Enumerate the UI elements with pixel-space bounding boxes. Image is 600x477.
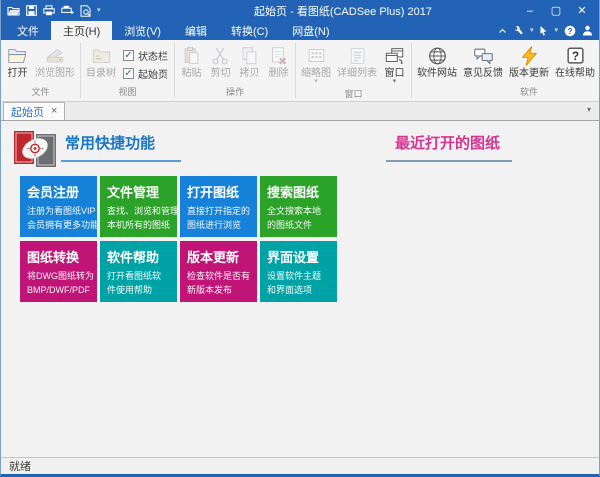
tools-wrench-icon[interactable] xyxy=(513,25,524,36)
thumbnails-icon xyxy=(305,44,328,68)
windows-icon xyxy=(383,44,406,68)
help-circle-icon[interactable]: ? xyxy=(564,25,576,37)
group-label-software: 软件 xyxy=(519,87,538,97)
ribbon-group-window: 缩略图 ▾ 详细列表 窗口 ▾ 窗口 xyxy=(296,40,411,101)
minimize-button[interactable]: – xyxy=(517,1,543,20)
tab-list-dropdown-icon[interactable]: ▾ xyxy=(587,105,591,114)
group-label-view: 视图 xyxy=(118,87,137,97)
directory-tree-button[interactable]: 目录树 xyxy=(83,43,119,80)
thumbnails-button[interactable]: 缩略图 ▾ xyxy=(298,43,334,86)
directory-tree-icon xyxy=(90,44,113,68)
feedback-button[interactable]: 意见反馈 xyxy=(460,43,506,80)
section-title-shortcuts: 常用快捷功能 xyxy=(65,135,156,152)
view-checkboxes: ✓ 状态栏 ✓ 起始页 xyxy=(119,43,172,81)
ribbon-group-software: 软件网站 意见反馈 版本更新 ? 在线帮助 软件注册 xyxy=(412,40,599,101)
detail-list-icon xyxy=(346,44,369,68)
browse-graphics-icon xyxy=(44,44,67,68)
tools-dropdown-icon[interactable]: ▾ xyxy=(530,27,534,34)
paste-button[interactable]: 粘贴 xyxy=(177,43,206,80)
lightning-icon xyxy=(518,44,541,68)
feedback-icon xyxy=(472,44,495,68)
start-page: 常用快捷功能 最近打开的图纸 会员注册 注册为看图纸VIP 会员拥有更多功能 文… xyxy=(1,121,599,457)
checkbox-checked-icon: ✓ xyxy=(123,68,134,79)
ribbon-tab-row: 文件 主页(H) 浏览(V) 编辑 转换(C) 网盘(N) ▾ ▾ ? xyxy=(1,21,599,40)
document-tab-strip: 起始页 × ▾ xyxy=(1,102,599,121)
help-box-icon: ? xyxy=(564,44,587,68)
close-button[interactable]: ✕ xyxy=(569,1,595,20)
svg-text:?: ? xyxy=(568,26,573,35)
chevron-down-icon: ▾ xyxy=(392,78,397,85)
tile-open-drawing[interactable]: 打开图纸 直接打开指定的 图纸进行浏览 xyxy=(180,176,257,237)
tab-startpage[interactable]: 起始页 × xyxy=(3,102,66,120)
online-help-button[interactable]: ? 在线帮助 xyxy=(552,43,598,80)
app-logo xyxy=(13,129,57,174)
maximize-button[interactable]: ▢ xyxy=(543,1,569,20)
window-title: 起始页 - 看图纸(CADSee Plus) 2017 xyxy=(254,5,432,18)
user-icon[interactable] xyxy=(582,25,593,36)
app-window: ▾ 起始页 - 看图纸(CADSee Plus) 2017 – ▢ ✕ 文件 主… xyxy=(0,0,600,477)
ribbon-group-view: 目录树 ✓ 状态栏 ✓ 起始页 视图 xyxy=(81,40,174,101)
tile-member-register[interactable]: 会员注册 注册为看图纸VIP 会员拥有更多功能 xyxy=(20,176,97,237)
tab-edit[interactable]: 编辑 xyxy=(173,21,219,40)
tile-file-manage[interactable]: 文件管理 查找、浏览和管理 本机所有的图纸 xyxy=(100,176,177,237)
doc-tab-label: 起始页 xyxy=(11,106,44,119)
group-label-operate: 操作 xyxy=(225,87,244,97)
detail-list-button[interactable]: 详细列表 xyxy=(334,43,380,80)
ribbon-group-file: 打开 浏览图形 文件 xyxy=(1,40,80,101)
ribbon-group-operate: 粘贴 剪切 拷贝 删除 操作 xyxy=(175,40,295,101)
ribbon-right-tools: ▾ ▾ ? xyxy=(498,21,599,40)
copy-icon xyxy=(238,44,261,68)
cut-button[interactable]: 剪切 xyxy=(206,43,235,80)
underline-right xyxy=(386,160,512,162)
update-button[interactable]: 版本更新 xyxy=(506,43,552,80)
shortcut-tiles: 会员注册 注册为看图纸VIP 会员拥有更多功能 文件管理 查找、浏览和管理 本机… xyxy=(20,176,337,302)
underline-left xyxy=(61,160,181,162)
save-icon[interactable] xyxy=(26,5,37,16)
delete-icon xyxy=(267,44,290,68)
section-title-recent: 最近打开的图纸 xyxy=(395,135,501,152)
open-file-icon[interactable] xyxy=(7,5,20,16)
tab-browse[interactable]: 浏览(V) xyxy=(112,21,173,40)
quick-access-toolbar: ▾ xyxy=(7,4,177,17)
group-label-file: 文件 xyxy=(31,87,50,97)
print-setup-icon[interactable] xyxy=(61,5,74,16)
paste-icon xyxy=(180,44,203,68)
title-bar: ▾ 起始页 - 看图纸(CADSee Plus) 2017 – ▢ ✕ xyxy=(1,0,599,21)
globe-icon xyxy=(426,44,449,68)
browse-graphics-button[interactable]: 浏览图形 xyxy=(32,43,78,80)
open-button[interactable]: 打开 xyxy=(3,43,32,80)
tab-file[interactable]: 文件 xyxy=(5,21,51,40)
cut-icon xyxy=(209,44,232,68)
status-bar: 就绪 xyxy=(1,457,599,474)
delete-button[interactable]: 删除 xyxy=(264,43,293,80)
tile-convert-drawing[interactable]: 图纸转换 将DWG图纸转为 BMP/DWF/PDF xyxy=(20,241,97,302)
tab-home[interactable]: 主页(H) xyxy=(51,21,113,40)
window-button[interactable]: 窗口 ▾ xyxy=(380,43,409,86)
ribbon: 打开 浏览图形 文件 目录树 ✓ 状态栏 ✓ 起始页 视图 粘贴 剪切 拷贝 删… xyxy=(1,40,599,102)
open-folder-icon xyxy=(6,44,29,68)
group-label-window: 窗口 xyxy=(344,89,363,99)
collapse-ribbon-icon[interactable] xyxy=(498,27,507,35)
startpage-checkbox[interactable]: ✓ 起始页 xyxy=(123,66,168,81)
tile-search-drawing[interactable]: 搜索图纸 全文搜索本地 的图纸文件 xyxy=(260,176,337,237)
status-text: 就绪 xyxy=(9,461,31,473)
statusbar-checkbox[interactable]: ✓ 状态栏 xyxy=(123,48,168,63)
tile-version-update[interactable]: 版本更新 检查软件是否有 新版本发布 xyxy=(180,241,257,302)
pointer-dropdown-icon[interactable]: ▾ xyxy=(554,27,558,34)
tab-convert[interactable]: 转换(C) xyxy=(219,21,280,40)
window-controls: – ▢ ✕ xyxy=(509,1,595,20)
tile-software-help[interactable]: 软件帮助 打开看图纸软 件使用帮助 xyxy=(100,241,177,302)
print-icon[interactable] xyxy=(43,5,55,16)
tile-ui-settings[interactable]: 界面设置 设置软件主题 和界面选项 xyxy=(260,241,337,302)
website-button[interactable]: 软件网站 xyxy=(414,43,460,80)
page-preview-icon[interactable] xyxy=(80,4,91,17)
copy-button[interactable]: 拷贝 xyxy=(235,43,264,80)
svg-text:?: ? xyxy=(571,49,578,63)
tab-netdisk[interactable]: 网盘(N) xyxy=(280,21,341,40)
pointer-icon[interactable] xyxy=(539,25,548,36)
checkbox-checked-icon: ✓ xyxy=(123,50,134,61)
customize-dropdown-icon[interactable]: ▾ xyxy=(97,7,101,14)
close-icon[interactable]: × xyxy=(51,106,57,117)
chevron-down-icon: ▾ xyxy=(314,78,318,85)
